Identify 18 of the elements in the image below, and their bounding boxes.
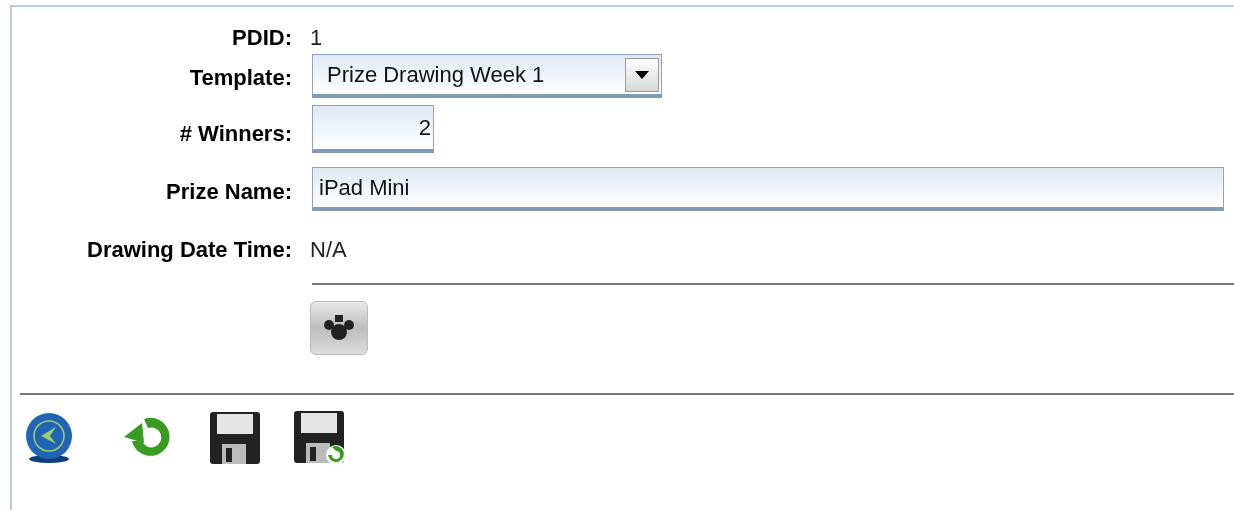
field-label: Prize Name: (166, 179, 292, 204)
field-label: Template: (189, 65, 292, 90)
prize-name-field[interactable]: iPad Mini (312, 167, 1224, 211)
save-icon (210, 412, 260, 464)
people-icon (324, 315, 354, 340)
field-value: N/A (310, 237, 347, 262)
dropdown-caret-icon[interactable] (625, 57, 659, 92)
template-dropdown[interactable]: Prize Drawing Week 1 (312, 54, 662, 98)
group-button[interactable] (310, 301, 368, 355)
field-label: Drawing Date Time: (87, 237, 292, 262)
back-icon (26, 413, 72, 463)
refresh-icon (124, 417, 170, 456)
save-as-icon (294, 411, 346, 465)
field-value: 1 (310, 25, 323, 50)
winners-field[interactable]: 2 (312, 105, 434, 153)
field-label: # Winners: (179, 121, 292, 146)
field-label: PDID: (232, 25, 292, 50)
save-button[interactable] (208, 410, 262, 466)
